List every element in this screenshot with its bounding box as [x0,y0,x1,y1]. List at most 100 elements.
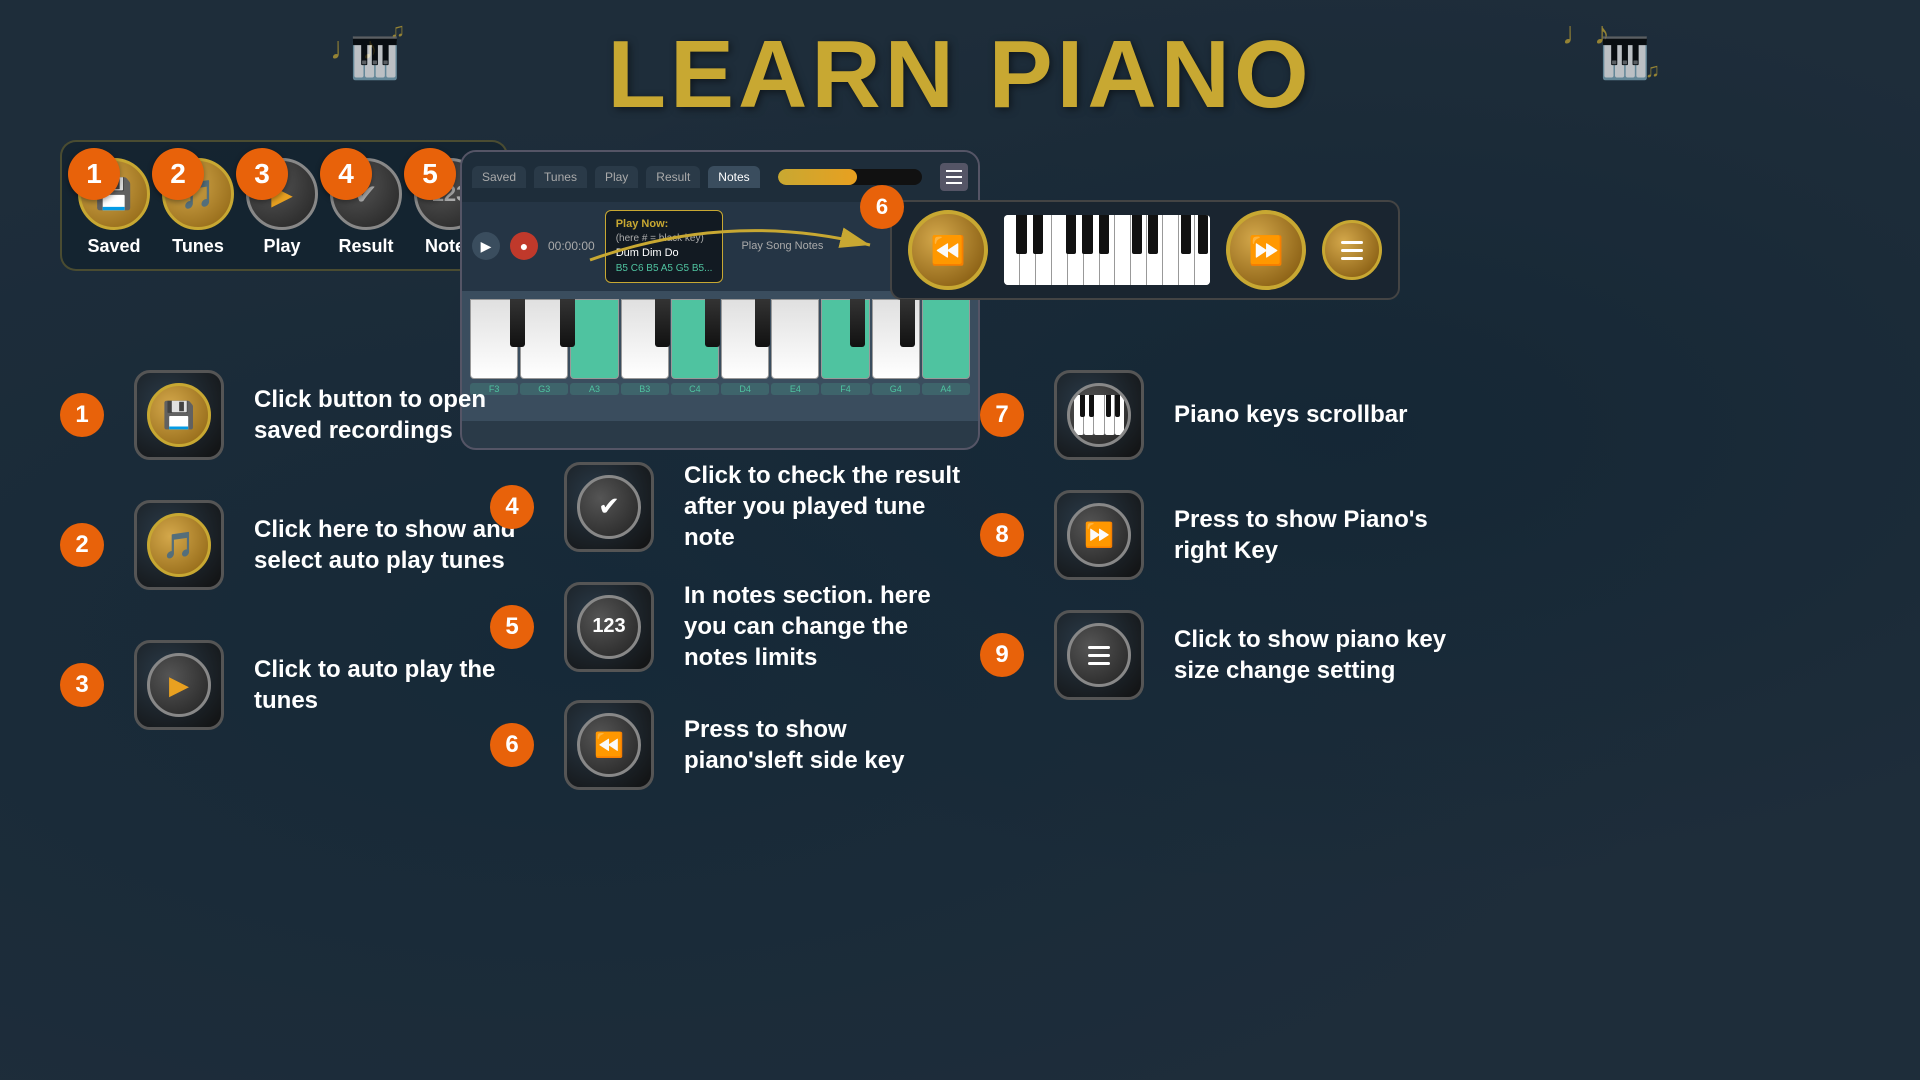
instruction-row-5: 5 123 In notes section. here you can cha… [490,580,964,674]
rewind-icon-btn[interactable]: ⏪ [564,700,654,790]
step-badge-2: 2 [60,523,104,567]
play-now-note: (here # = black key) [616,232,713,246]
rewind-icon-symbol: ⏪ [594,731,624,760]
result-icon-symbol: ✔ [598,491,620,522]
rewind-icon-circle: ⏪ [577,713,641,777]
piano-keys-area: F3 G3 A3 B3 C4 D4 E4 F4 G4 A4 [462,291,978,421]
piano-app: Saved Tunes Play Result Notes ▶ ● 00:00:… [460,150,980,450]
app-record-btn[interactable]: ● [510,232,538,260]
step-badge-8: 8 [980,513,1024,557]
rewind-icon: ⏪ [931,234,966,267]
play-now-label: Play Now: [616,217,713,232]
play-icon-symbol: ▶ [169,670,189,701]
instruction-row-8: 8 ⏩ Press to show Piano's right Key [980,490,1454,580]
key-label-f4: F4 [821,383,869,395]
instruction-9-text: Click to show piano key size change sett… [1174,624,1454,686]
song-name: Dum Dim Do [616,246,713,261]
section-label: Play Song Notes [741,240,823,252]
instruction-row-1: 1 💾 Click button to open saved recording… [60,370,534,460]
settings-icon-btn[interactable] [1054,610,1144,700]
key-label-e4: E4 [771,383,819,395]
app-play-btn[interactable]: ▶ [472,232,500,260]
tunes-icon-btn[interactable]: 🎵 [134,500,224,590]
tab-notes[interactable]: Notes [708,166,759,188]
menu-line-1 [946,170,962,172]
mini-piano-icon [1074,395,1124,435]
page-title: LEARN PIANO [607,20,1312,130]
ff-icon-btn[interactable]: ⏩ [1054,490,1144,580]
notes-icon-circle: 123 [577,595,641,659]
white-key-1[interactable] [470,299,518,379]
settings-icon-circle [1067,623,1131,687]
tab-tunes[interactable]: Tunes [534,166,587,188]
badge-2: 2 [152,148,204,200]
white-key-10[interactable] [922,299,970,379]
instruction-row-2: 2 🎵 Click here to show and select auto p… [60,500,534,590]
key-label-d4: D4 [721,383,769,395]
piano-scrollbar-widget: ⏪ ⏩ [890,200,1400,300]
menu-line-c [1341,257,1363,260]
instruction-row-9: 9 Click to show piano key size change se… [980,610,1454,700]
instruction-5-text: In notes section. here you can change th… [684,580,964,674]
tab-saved[interactable]: Saved [472,166,526,188]
toolbar-item-saved: 1 💾 Saved [78,158,150,257]
white-key-4[interactable] [621,299,669,379]
result-icon-btn[interactable]: ✔ [564,462,654,552]
key-label-b3: B3 [621,383,669,395]
fastforward-button[interactable]: ⏩ [1226,210,1306,290]
menu-line-b [1341,249,1363,252]
white-key-9[interactable] [872,299,920,379]
white-key-7[interactable] [771,299,819,379]
badge-3: 3 [236,148,288,200]
badge-4: 4 [320,148,372,200]
app-time: 00:00:00 [548,239,595,253]
menu-settings-button[interactable] [1322,220,1382,280]
settings-line-1 [1088,646,1110,649]
white-key-5[interactable] [671,299,719,379]
notes-icon-symbol: 123 [592,615,625,638]
step-badge-4: 4 [490,485,534,529]
piano-keys-wrapper [470,299,970,379]
keys-scrollbar-visual[interactable] [1004,215,1210,285]
step-badge-9: 9 [980,633,1024,677]
play-icon-btn[interactable]: ▶ [134,640,224,730]
instruction-row-6: 6 ⏪ Press to show piano'sleft side key [490,700,964,790]
progress-bar [778,169,922,185]
step-badge-7: 7 [980,393,1024,437]
toolbar-item-tunes: 2 🎵 Tunes [162,158,234,257]
toolbar-item-result: 4 ✔ Result [330,158,402,257]
saved-icon-circle: 💾 [147,383,211,447]
tunes-label: Tunes [172,236,224,257]
notes-icon-btn[interactable]: 123 [564,582,654,672]
white-keys [470,299,970,379]
ff-icon-circle: ⏩ [1067,503,1131,567]
tunes-icon-circle: 🎵 [147,513,211,577]
white-key-2[interactable] [520,299,568,379]
toolbar: 1 💾 Saved 2 🎵 Tunes 3 ▶ Play 4 ✔ Result … [60,140,508,271]
instruction-row-7: 7 Piano keys scrollbar [980,370,1407,460]
white-key-8[interactable] [821,299,869,379]
white-key-3[interactable] [570,299,618,379]
menu-line-a [1341,241,1363,244]
saved-label: Saved [87,236,140,257]
play-icon-circle: ▶ [147,653,211,717]
ff-icon-symbol: ⏩ [1084,521,1114,550]
badge-1: 1 [68,148,120,200]
white-key-6[interactable] [721,299,769,379]
result-label: Result [338,236,393,257]
progress-fill [778,169,857,185]
step-badge-6: 6 [490,723,534,767]
tab-result[interactable]: Result [646,166,700,188]
scrollbar-icon-btn[interactable] [1054,370,1144,460]
toolbar-item-play: 3 ▶ Play [246,158,318,257]
tab-play[interactable]: Play [595,166,638,188]
tunes-icon-symbol: 🎵 [163,530,195,561]
play-label: Play [263,236,300,257]
result-icon-circle: ✔ [577,475,641,539]
instruction-1-text: Click button to open saved recordings [254,384,534,446]
key-label-a3: A3 [570,383,618,395]
saved-icon-btn[interactable]: 💾 [134,370,224,460]
rewind-button[interactable]: ⏪ [908,210,988,290]
instruction-row-3: 3 ▶ Click to auto play the tunes [60,640,534,730]
app-menu-button[interactable] [940,163,968,191]
